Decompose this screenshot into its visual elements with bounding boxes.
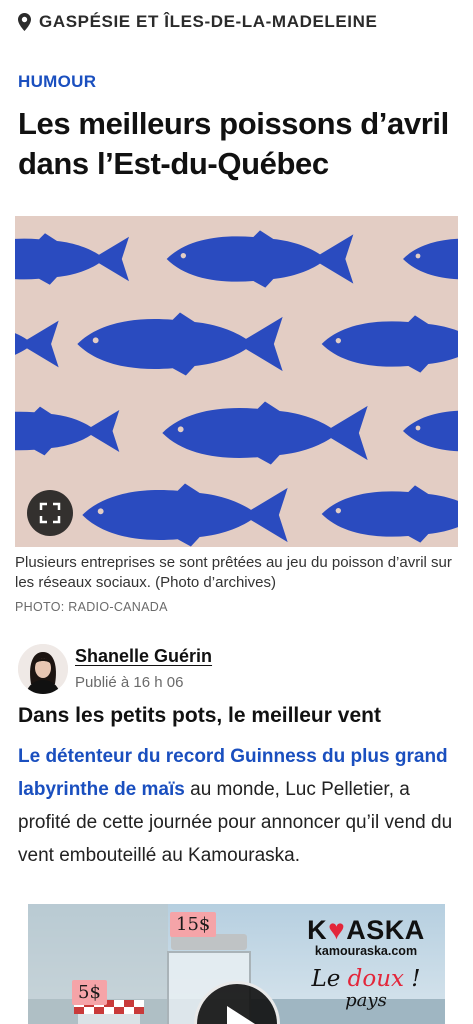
article-paragraph: Le détenteur du record Guinness du plus … bbox=[18, 740, 458, 872]
article-subheading: Dans les petits pots, le meilleur vent bbox=[18, 704, 381, 727]
play-icon bbox=[227, 1006, 255, 1024]
location-pin-icon bbox=[18, 13, 31, 31]
hero-image[interactable] bbox=[15, 216, 458, 547]
brand-logo: K ♥ ASKA bbox=[307, 914, 425, 945]
video-embed[interactable]: 15$ 5$ K ♥ ASKA kamouraska.com Le doux ! pa… bbox=[28, 904, 445, 1024]
price-tag-small: 5$ bbox=[72, 980, 107, 1005]
brand-url: kamouraska.com bbox=[314, 944, 418, 958]
brand-slogan: Le doux ! pays bbox=[296, 966, 436, 1011]
author-name-link[interactable]: Shanelle Guérin bbox=[75, 646, 212, 667]
author-photo bbox=[18, 644, 68, 694]
expand-icon bbox=[39, 502, 61, 524]
article-page: GASPÉSIE ET ÎLES-DE-LA-MADELEINE HUMOUR … bbox=[0, 0, 473, 1024]
fish-pattern-illustration bbox=[15, 216, 458, 547]
author-avatar[interactable] bbox=[18, 644, 68, 694]
fullscreen-button[interactable] bbox=[27, 490, 73, 536]
region-label: GASPÉSIE ET ÎLES-DE-LA-MADELEINE bbox=[39, 12, 378, 31]
play-button[interactable] bbox=[194, 981, 280, 1024]
image-caption: Plusieurs entreprises se sont prêtées au… bbox=[15, 554, 452, 591]
photo-credit: PHOTO: RADIO-CANADA bbox=[15, 600, 168, 614]
region-header[interactable]: GASPÉSIE ET ÎLES-DE-LA-MADELEINE bbox=[18, 12, 377, 32]
price-tag-large: 15$ bbox=[170, 912, 217, 937]
slogan-next-line: pays bbox=[345, 990, 387, 1011]
kamouraska-brand: K ♥ ASKA kamouraska.com Le doux ! pays bbox=[296, 914, 436, 1011]
publish-time: Publié à 16 h 06 bbox=[75, 674, 184, 691]
article-headline: Les meilleurs poissons d’avril dans l’Es… bbox=[18, 106, 449, 181]
article-rubric[interactable]: HUMOUR bbox=[18, 72, 96, 92]
heart-icon: ♥ bbox=[328, 914, 346, 945]
